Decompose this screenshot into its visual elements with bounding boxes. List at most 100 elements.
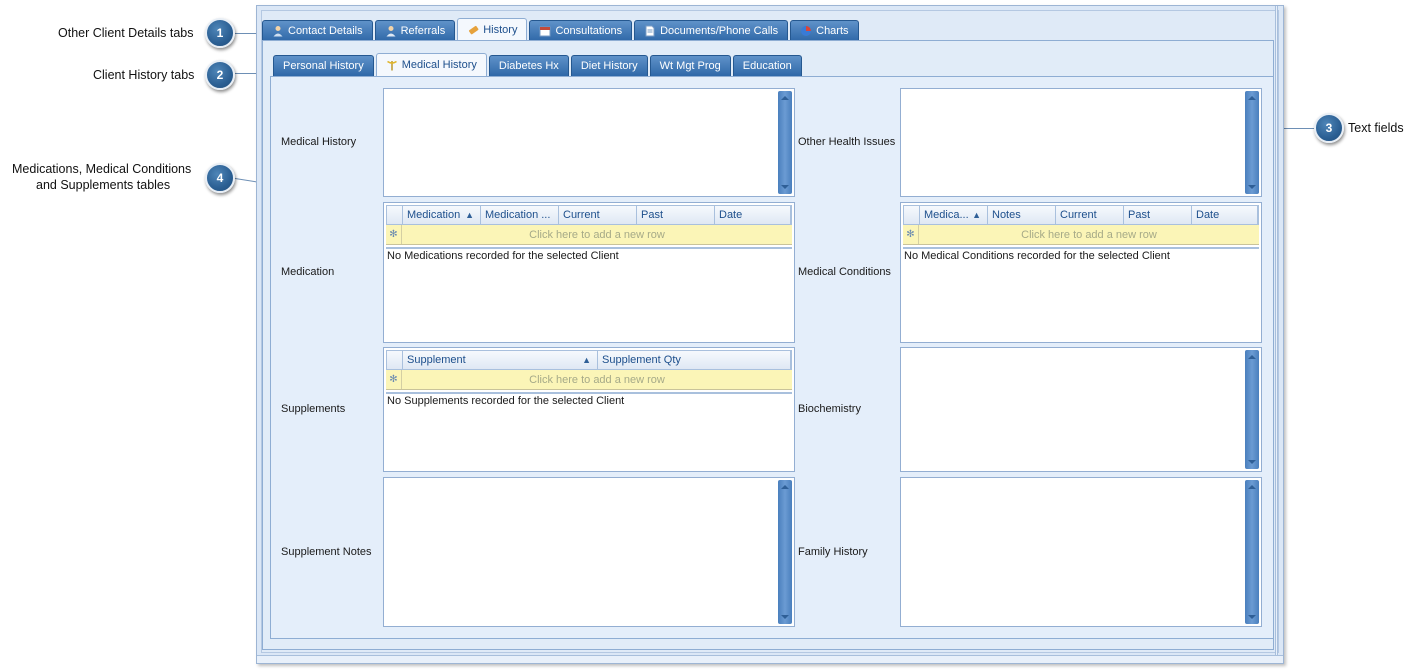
scroll-down-icon[interactable] [1248, 185, 1256, 189]
scroll-down-icon[interactable] [1248, 460, 1256, 464]
medical-conditions-table-header: Medica... ▲ Notes Current Past Date [903, 205, 1259, 225]
supplement-notes-textbox[interactable] [383, 477, 795, 627]
tab-documents-phone-calls[interactable]: Documents/Phone Calls [634, 20, 789, 41]
medication-label: Medication [281, 266, 335, 278]
sort-ascending-icon: ▲ [465, 210, 474, 220]
contact-icon [272, 25, 284, 37]
biochemistry-scrollbar[interactable] [1245, 350, 1259, 469]
column-header-date[interactable]: Date [715, 206, 791, 224]
column-header-current[interactable]: Current [559, 206, 637, 224]
client-history-tabs: Personal History Medical History Diabete… [273, 53, 804, 76]
other-health-issues-textbox[interactable] [900, 88, 1262, 197]
family-history-scrollbar[interactable] [1245, 480, 1259, 624]
callout-3-label: Text fields [1348, 121, 1404, 135]
medical-conditions-label: Medical Conditions [798, 266, 891, 278]
tab-contact-details[interactable]: Contact Details [262, 20, 373, 41]
column-header-notes[interactable]: Notes [988, 206, 1056, 224]
tab-referrals[interactable]: Referrals [374, 20, 456, 41]
tab-personal-history[interactable]: Personal History [273, 55, 374, 76]
add-new-row[interactable]: ✻ Click here to add a new row [386, 225, 792, 245]
tab-diabetes-hx[interactable]: Diabetes Hx [488, 55, 569, 76]
callout-1-badge: 1 [205, 18, 235, 48]
biochemistry-textbox[interactable] [900, 347, 1262, 472]
client-details-tabs: Contact Details Referrals History Consul… [262, 18, 861, 41]
horizontal-splitter[interactable] [257, 655, 1283, 663]
supplements-table-header: Supplement ▲ Supplement Qty [386, 350, 792, 370]
add-new-row[interactable]: ✻ Click here to add a new row [903, 225, 1259, 245]
supplement-notes-scrollbar[interactable] [778, 480, 792, 624]
chart-icon [800, 25, 812, 37]
grid-separator [386, 247, 792, 249]
callout-2-badge: 2 [205, 60, 235, 90]
tab-consultations-label: Consultations [555, 25, 623, 37]
tab-medical-history[interactable]: Medical History [375, 53, 487, 76]
tab-history[interactable]: History [457, 18, 528, 41]
grid-separator [903, 247, 1259, 249]
medication-table[interactable]: Medication ▲ Medication ... Current Past … [383, 202, 795, 343]
tab-medical-history-label: Medical History [401, 59, 477, 71]
column-header-medical-condition[interactable]: Medica... ▲ [920, 206, 988, 224]
vertical-splitter[interactable] [1275, 6, 1278, 663]
column-header-past[interactable]: Past [637, 206, 715, 224]
header-corner [904, 206, 920, 224]
column-header-supplement[interactable]: Supplement ▲ [403, 351, 598, 369]
medical-history-textbox[interactable] [383, 88, 795, 197]
tab-documents-label: Documents/Phone Calls [660, 25, 779, 37]
header-corner [387, 206, 403, 224]
column-header-medication[interactable]: Medication ▲ [403, 206, 481, 224]
callout-4-badge: 4 [205, 163, 235, 193]
sort-ascending-icon: ▲ [972, 210, 981, 220]
tab-diet-history[interactable]: Diet History [570, 55, 648, 76]
scroll-up-icon[interactable] [1248, 355, 1256, 359]
medical-history-scrollbar[interactable] [778, 91, 792, 194]
column-header-date[interactable]: Date [1192, 206, 1258, 224]
scroll-up-icon[interactable] [1248, 485, 1256, 489]
supplements-label: Supplements [281, 403, 346, 415]
add-new-row-text: Click here to add a new row [529, 373, 665, 386]
tab-charts[interactable]: Charts [790, 20, 859, 41]
grid-separator [386, 392, 792, 394]
history-icon [467, 24, 479, 36]
add-new-row[interactable]: ✻ Click here to add a new row [386, 370, 792, 390]
other-health-issues-label: Other Health Issues [798, 136, 896, 148]
referrals-icon [385, 25, 397, 37]
column-header-supplement-qty[interactable]: Supplement Qty [598, 351, 791, 369]
scroll-down-icon[interactable] [1248, 615, 1256, 619]
scroll-up-icon[interactable] [1248, 96, 1256, 100]
other-health-issues-scrollbar[interactable] [1245, 91, 1259, 194]
family-history-textbox[interactable] [900, 477, 1262, 627]
tab-wt-mgt-prog[interactable]: Wt Mgt Prog [649, 55, 731, 76]
callout-4-label-line1: Medications, Medical Conditions [12, 162, 192, 176]
tab-education[interactable]: Education [732, 55, 802, 76]
family-history-label: Family History [798, 546, 868, 558]
scroll-up-icon[interactable] [781, 96, 789, 100]
sort-ascending-icon: ▲ [582, 355, 591, 365]
medical-conditions-table[interactable]: Medica... ▲ Notes Current Past Date ✻ Cli… [900, 202, 1262, 343]
column-header-current[interactable]: Current [1056, 206, 1124, 224]
new-row-icon: ✻ [386, 370, 402, 389]
callout-4-label-line2: and Supplements tables [36, 178, 171, 192]
column-header-medication-detail[interactable]: Medication ... [481, 206, 559, 224]
add-new-row-text: Click here to add a new row [529, 228, 665, 241]
scroll-down-icon[interactable] [781, 185, 789, 189]
tab-history-label: History [483, 24, 518, 36]
consultations-icon [539, 25, 551, 37]
header-corner [387, 351, 403, 369]
medication-table-header: Medication ▲ Medication ... Current Past … [386, 205, 792, 225]
new-row-icon: ✻ [386, 225, 402, 244]
medical-history-label: Medical History [281, 136, 357, 148]
supplements-table[interactable]: Supplement ▲ Supplement Qty ✻ Click here … [383, 347, 795, 472]
tab-contact-details-label: Contact Details [288, 25, 363, 37]
medical-conditions-empty-message: No Medical Conditions recorded for the s… [904, 250, 1170, 262]
tab-referrals-label: Referrals [400, 25, 446, 37]
column-header-past[interactable]: Past [1124, 206, 1192, 224]
biochemistry-label: Biochemistry [798, 403, 861, 415]
scroll-down-icon[interactable] [781, 615, 789, 619]
scroll-up-icon[interactable] [781, 485, 789, 489]
supplement-notes-label: Supplement Notes [281, 546, 372, 558]
callout-3-badge: 3 [1314, 113, 1344, 143]
tab-charts-label: Charts [816, 25, 849, 37]
callout-1-label: Other Client Details tabs [58, 26, 194, 40]
tab-consultations[interactable]: Consultations [529, 20, 633, 41]
medication-empty-message: No Medications recorded for the selected… [387, 250, 619, 262]
